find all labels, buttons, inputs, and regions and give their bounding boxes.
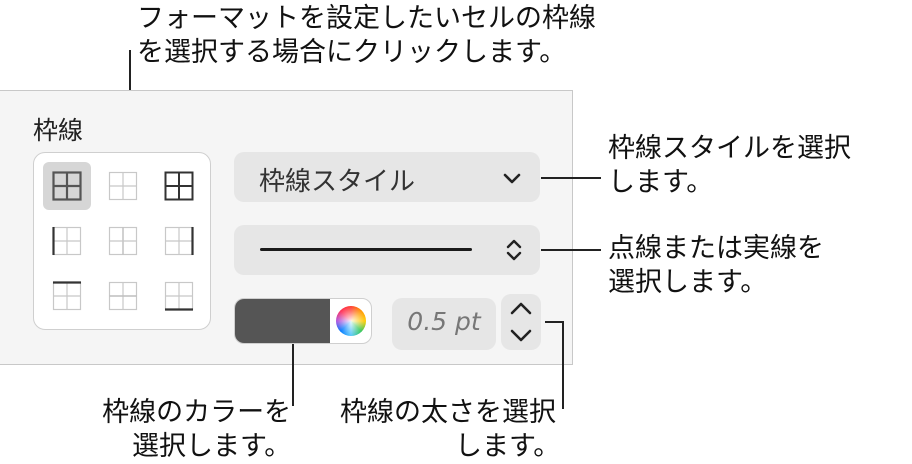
- color-swatch[interactable]: [235, 299, 330, 343]
- bottom-border-icon: [164, 281, 194, 311]
- callout-line: 選択します。: [132, 431, 292, 462]
- thickness-decrement-button[interactable]: [501, 322, 541, 350]
- callout-line: 点線または実線を: [608, 233, 824, 264]
- border-style-label: 枠線スタイル: [259, 167, 416, 197]
- right-border-button[interactable]: [155, 217, 203, 265]
- callout-border-style: 枠線スタイルを選択 します。: [608, 132, 851, 200]
- callout-line: 枠線スタイルを選択: [608, 133, 851, 164]
- callout-line: します。: [455, 431, 561, 462]
- border-color-well[interactable]: [234, 298, 372, 344]
- callout-leader: [545, 321, 563, 323]
- top-border-icon: [52, 281, 82, 311]
- top-border-button[interactable]: [43, 272, 91, 320]
- thickness-value: 0.5 pt: [407, 307, 481, 336]
- callout-select-borders: フォーマットを設定したいセルの枠線 を選択する場合にクリックします。: [137, 2, 596, 70]
- border-style-select[interactable]: 枠線スタイル: [234, 152, 540, 202]
- callout-border-color: 枠線のカラーを 選択します。: [102, 396, 291, 464]
- all-borders-icon: [52, 171, 82, 201]
- callout-line: 枠線のカラーを: [102, 397, 292, 428]
- bottom-border-button[interactable]: [155, 272, 203, 320]
- inner-horizontal-button[interactable]: [99, 272, 147, 320]
- chevron-down-icon: [510, 329, 532, 342]
- outer-borders-button[interactable]: [155, 162, 203, 210]
- line-type-select[interactable]: [234, 225, 540, 275]
- section-title: 枠線: [33, 116, 84, 145]
- color-wheel-icon[interactable]: [336, 306, 366, 336]
- thickness-stepper[interactable]: [501, 294, 541, 350]
- left-border-button[interactable]: [43, 217, 91, 265]
- callout-line: を選択する場合にクリックします。: [137, 37, 567, 68]
- left-border-icon: [52, 226, 82, 256]
- callout-leader: [292, 344, 294, 406]
- callout-line: フォーマットを設定したいセルの枠線: [137, 3, 596, 34]
- callout-line-type: 点線または実線を 選択します。: [608, 232, 824, 300]
- outer-borders-icon: [164, 171, 194, 201]
- inner-vertical-icon: [108, 226, 138, 256]
- callout-leader: [562, 321, 564, 409]
- callout-line: します。: [608, 167, 714, 198]
- thickness-increment-button[interactable]: [501, 294, 541, 322]
- border-thickness-field[interactable]: 0.5 pt: [392, 298, 496, 350]
- inner-borders-button[interactable]: [99, 162, 147, 210]
- chevron-up-icon: [510, 302, 532, 315]
- right-border-icon: [164, 226, 194, 256]
- solid-line-sample: [260, 248, 472, 251]
- inner-horizontal-icon: [108, 281, 138, 311]
- border-selector: [33, 152, 211, 330]
- up-down-chevron-icon: [506, 239, 522, 261]
- callout-leader: [541, 249, 601, 251]
- chevron-down-icon: [503, 173, 521, 184]
- inner-borders-icon: [108, 171, 138, 201]
- all-borders-button[interactable]: [43, 162, 91, 210]
- callout-leader: [541, 177, 601, 179]
- callout-line: 枠線の太さを選択: [340, 397, 556, 428]
- callout-border-thickness: 枠線の太さを選択 します。: [340, 396, 560, 464]
- callout-line: 選択します。: [608, 267, 768, 298]
- inner-vertical-button[interactable]: [99, 217, 147, 265]
